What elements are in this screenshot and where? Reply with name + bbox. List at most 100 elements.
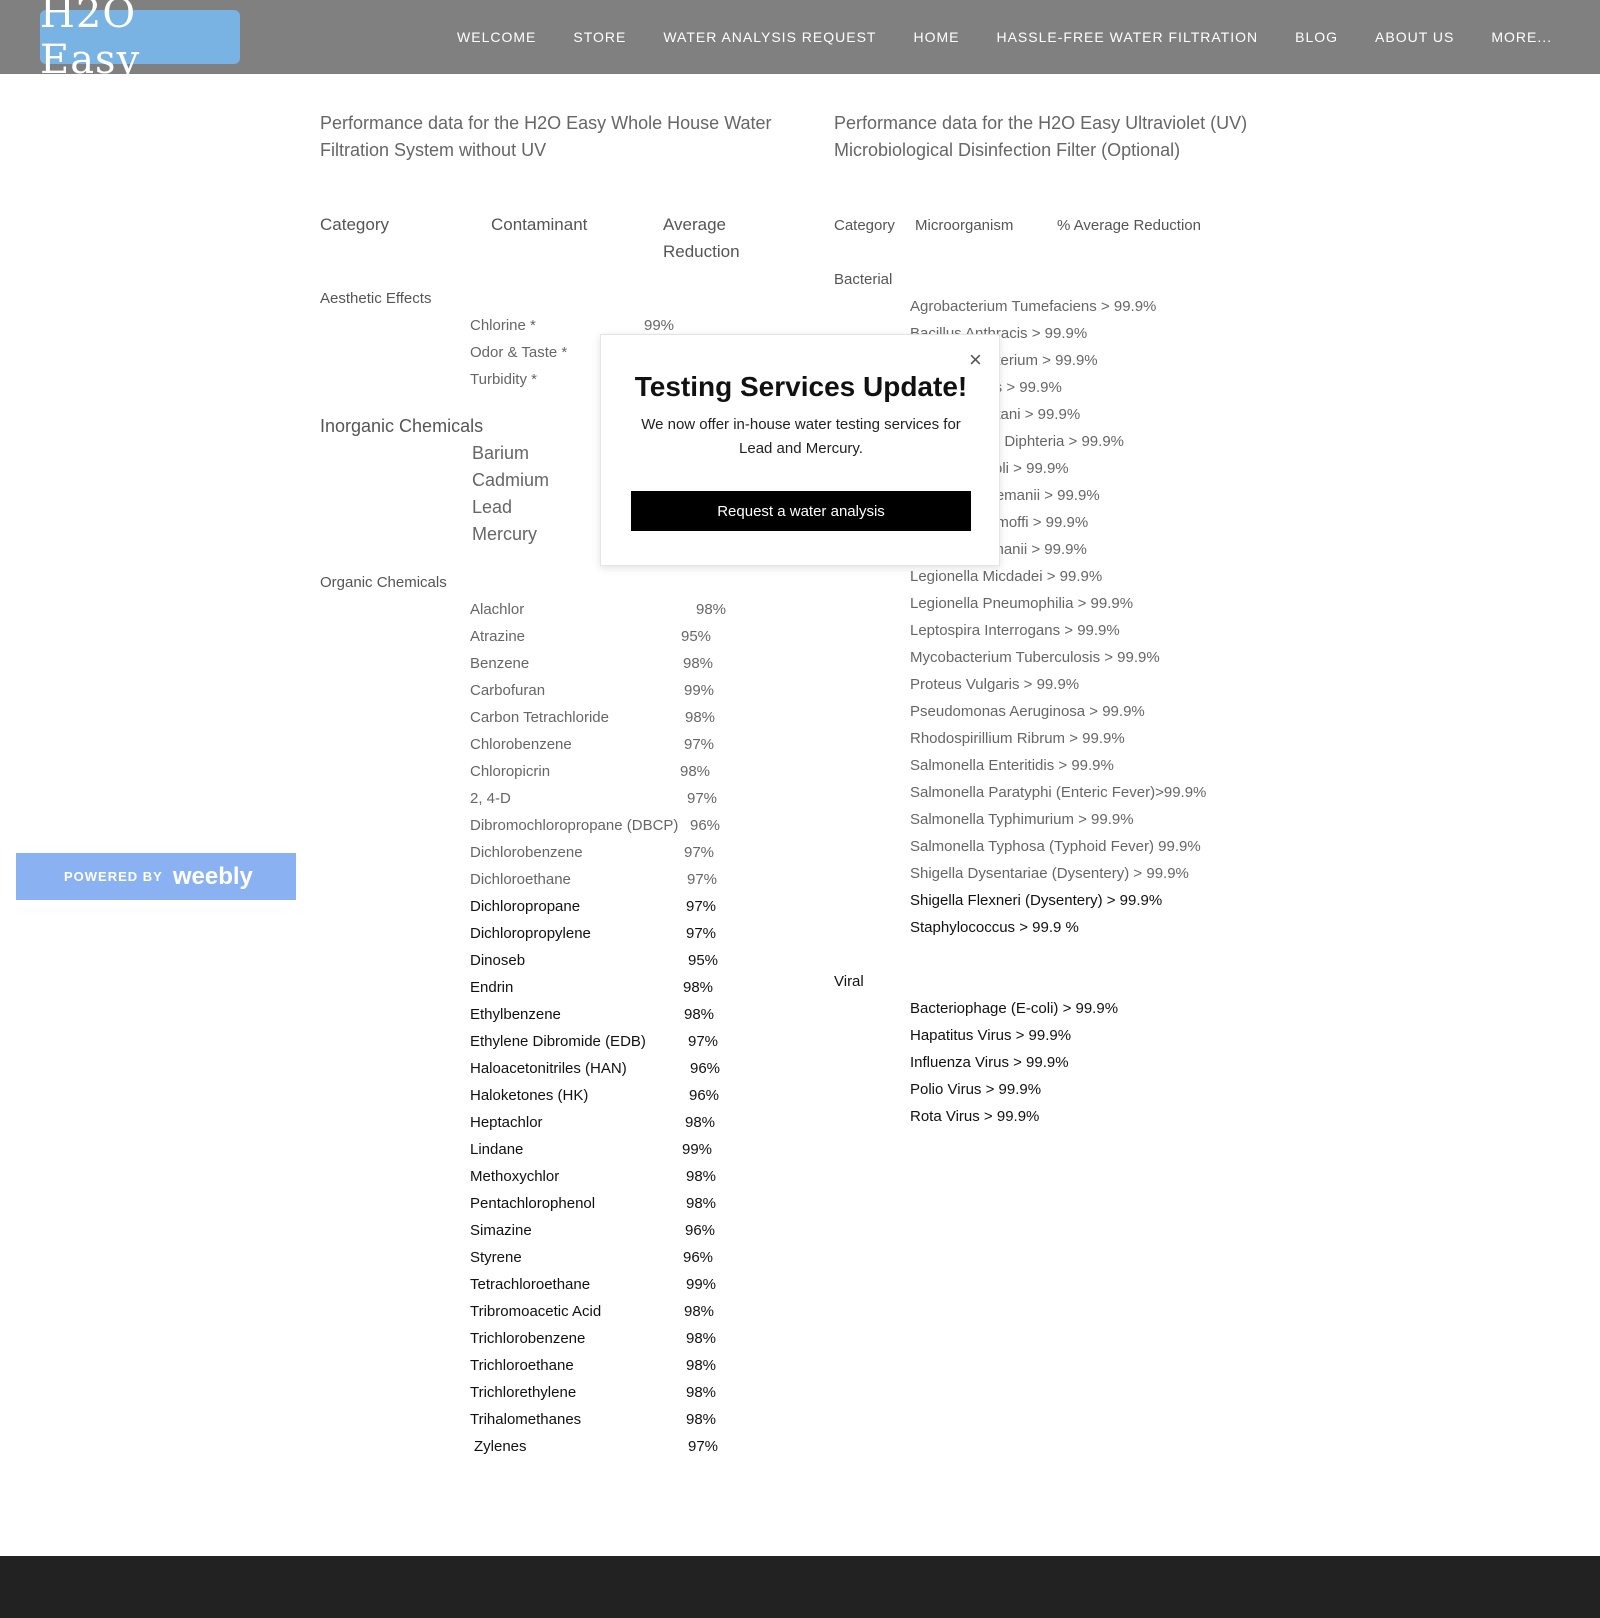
contaminant-name: Haloacetonitriles (HAN) — [470, 1060, 627, 1077]
virus-item: Polio Virus > 99.9% — [910, 1081, 1042, 1098]
contaminant-value: 95% — [681, 628, 712, 645]
left-heading: Performance data for the H2O Easy Whole … — [320, 110, 772, 164]
microorganism-item: Salmonella Typhosa (Typhoid Fever) 99.9% — [910, 838, 1201, 855]
powered-by-weebly-badge[interactable]: POWERED BY weebly — [16, 853, 296, 900]
site-footer — [0, 1556, 1600, 1618]
main-nav: WELCOME STORE WATER ANALYSIS REQUEST HOM… — [457, 0, 1552, 74]
contaminant-value: 98% — [686, 1168, 717, 1185]
category-aesthetic: Aesthetic Effects — [320, 290, 432, 307]
category-inorganic: Inorganic Chemicals — [320, 416, 484, 436]
contaminant-name: Chlorobenzene — [470, 736, 572, 753]
contaminant-value: 97% — [688, 1033, 719, 1050]
contaminant-value: 97% — [687, 790, 718, 807]
nav-hassle-free-filtration[interactable]: HASSLE-FREE WATER FILTRATION — [996, 29, 1258, 45]
microorganism-item: Salmonella Paratyphi (Enteric Fever)>99.… — [910, 784, 1207, 801]
contaminant-name: Carbon Tetrachloride — [470, 709, 609, 726]
left-col-average: Average Reduction — [663, 211, 740, 265]
virus-item: Influenza Virus > 99.9% — [910, 1054, 1069, 1071]
right-heading: Performance data for the H2O Easy Ultrav… — [834, 110, 1247, 164]
microorganism-item: Agrobacterium Tumefaciens > 99.9% — [910, 298, 1157, 315]
contaminant-name: Turbidity * — [470, 371, 537, 388]
contaminant-name: Dichloroethane — [470, 871, 571, 888]
nav-more[interactable]: MORE... — [1491, 29, 1552, 45]
microorganism-item: Mycobacterium Tuberculosis > 99.9% — [910, 649, 1160, 666]
contaminant-value: 99% — [686, 1276, 717, 1293]
contaminant-value: 98% — [683, 979, 714, 996]
contaminant-value: 98% — [686, 1411, 717, 1428]
contaminant-name: 2, 4-D — [470, 790, 511, 807]
left-col-category: Category — [320, 215, 389, 234]
microorganism-item: aterium > 99.9% — [988, 352, 1098, 369]
contaminant-value: 98% — [680, 763, 711, 780]
weebly-logo: weebly — [172, 862, 253, 890]
contaminant-name: Ethylbenzene — [470, 1006, 561, 1023]
microorganism-item: Pseudomonas Aeruginosa > 99.9% — [910, 703, 1145, 720]
right-col-reduction: % Average Reduction — [1057, 217, 1201, 234]
contaminant-value: 99% — [644, 317, 675, 334]
microorganism-item: etani > 99.9% — [988, 406, 1081, 423]
contaminant-name: Cadmium — [472, 470, 550, 490]
nav-water-analysis-request[interactable]: WATER ANALYSIS REQUEST — [663, 29, 876, 45]
nav-blog[interactable]: BLOG — [1295, 29, 1338, 45]
contaminant-name: Dinoseb — [470, 952, 526, 969]
microorganism-item: Proteus Vulgaris > 99.9% — [910, 676, 1080, 693]
contaminant-value: 97% — [686, 925, 717, 942]
contaminant-name: Dichloropropane — [470, 898, 581, 915]
contaminant-name: Haloketones (HK) — [470, 1087, 589, 1104]
contaminant-name: Dibromochloropropane (DBCP) — [470, 817, 679, 834]
contaminant-value: 97% — [684, 844, 715, 861]
microorganism-item: umoffi > 99.9% — [988, 514, 1089, 531]
contaminant-value: 99% — [684, 682, 715, 699]
request-analysis-button[interactable]: Request a water analysis — [631, 491, 971, 531]
contaminant-name: Zylenes — [474, 1438, 527, 1455]
right-heading-line: Microbiological Disinfection Filter (Opt… — [834, 140, 1181, 160]
contaminant-name: Carbofuran — [470, 682, 546, 699]
contaminant-value: 96% — [685, 1222, 716, 1239]
site-logo[interactable]: H2O Easy — [40, 0, 240, 83]
contaminant-value: 98% — [683, 655, 714, 672]
contaminant-name: Trichloroethane — [470, 1357, 574, 1374]
nav-home[interactable]: HOME — [913, 29, 959, 45]
microorganism-item: Salmonella Typhimurium > 99.9% — [910, 811, 1134, 828]
microorganism-item: Shigella Flexneri (Dysentery) > 99.9% — [910, 892, 1163, 909]
close-icon[interactable]: × — [969, 347, 982, 373]
nav-store[interactable]: STORE — [573, 29, 626, 45]
contaminant-name: Tribromoacetic Acid — [470, 1303, 602, 1320]
contaminant-value: 97% — [684, 736, 715, 753]
virus-item: Rota Virus > 99.9% — [910, 1108, 1040, 1125]
left-heading-line: Performance data for the H2O Easy Whole … — [320, 113, 772, 133]
nav-welcome[interactable]: WELCOME — [457, 29, 536, 45]
contaminant-value: 98% — [685, 709, 716, 726]
contaminant-name: Mercury — [472, 524, 538, 544]
right-col-microorganism: Microorganism — [915, 217, 1014, 234]
contaminant-value: 98% — [685, 1114, 716, 1131]
microorganism-item: Leptospira Interrogans > 99.9% — [910, 622, 1120, 639]
right-heading-line: Performance data for the H2O Easy Ultrav… — [834, 113, 1248, 133]
microorganism-item: Staphylococcus > 99.9 % — [910, 919, 1079, 936]
contaminant-name: Dichloropropylene — [470, 925, 591, 942]
contaminant-name: Ethylene Dibromide (EDB) — [470, 1033, 646, 1050]
right-col-category: Category — [834, 217, 895, 234]
contaminant-value: 98% — [686, 1330, 717, 1347]
virus-item: Bacteriophage (E-coli) > 99.9% — [910, 1000, 1119, 1017]
microorganism-item: Salmonella Enteritidis > 99.9% — [910, 757, 1114, 774]
category-organic: Organic Chemicals — [320, 574, 447, 591]
left-heading-line: Filtration System without UV — [320, 140, 547, 160]
contaminant-value: 96% — [689, 1087, 720, 1104]
contaminant-name: Endrin — [470, 979, 514, 996]
microorganism-item: Shigella Dysentariae (Dysentery) > 99.9% — [910, 865, 1189, 882]
contaminant-name: Methoxychlor — [470, 1168, 560, 1185]
virus-item: Hapatitus Virus > 99.9% — [910, 1027, 1072, 1044]
contaminant-value: 98% — [684, 1006, 715, 1023]
col-reduction-line: Reduction — [663, 242, 740, 261]
contaminant-value: 97% — [686, 898, 717, 915]
contaminant-value: 99% — [682, 1141, 713, 1158]
col-average-line: Average — [663, 215, 727, 234]
contaminant-value: 98% — [686, 1357, 717, 1374]
contaminant-value: 98% — [684, 1303, 715, 1320]
contaminant-value: 98% — [686, 1195, 717, 1212]
nav-about-us[interactable]: ABOUT US — [1375, 29, 1454, 45]
contaminant-name: Trichlorethylene — [470, 1384, 577, 1401]
category-bacterial: Bacterial — [834, 271, 893, 288]
contaminant-name: Heptachlor — [470, 1114, 543, 1131]
